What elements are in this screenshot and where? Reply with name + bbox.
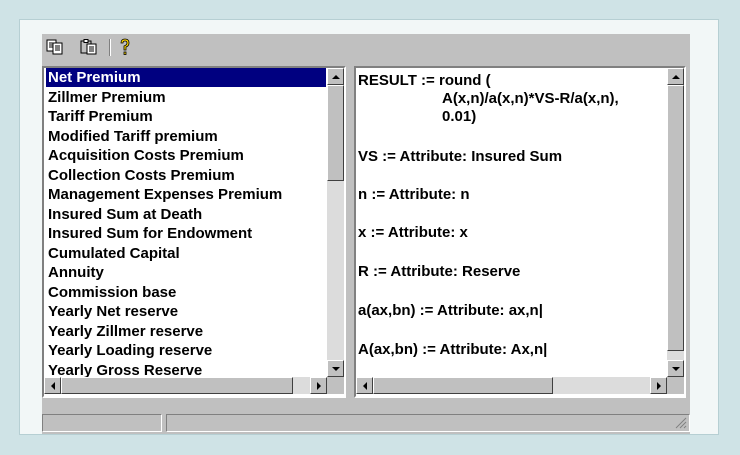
arrow-up-icon	[671, 74, 680, 79]
formula-expression-line: A(x,n)/a(x,n)*VS-R/a(x,n),	[442, 90, 619, 107]
formula-rounding-line: 0.01)	[442, 108, 477, 125]
formula-scroll-corner	[667, 377, 684, 394]
formula-vertical-scrollbar[interactable]	[667, 68, 684, 377]
formula-scroll-left-button[interactable]	[356, 377, 373, 394]
list-item-annuity[interactable]: Annuity	[46, 263, 104, 282]
formula-scroll-down-button[interactable]	[667, 360, 684, 377]
list-item-commission-base[interactable]: Commission base	[46, 283, 176, 302]
formula-scroll-thumb[interactable]	[667, 85, 684, 351]
list-item-acquisition-costs-premium[interactable]: Acquisition Costs Premium	[46, 146, 244, 165]
list-item-net-premium[interactable]: Net Premium	[46, 68, 326, 87]
formula-result-line: RESULT := round (	[358, 72, 491, 89]
scroll-down-button[interactable]	[327, 360, 344, 377]
list-vertical-scrollbar[interactable]	[327, 68, 344, 377]
arrow-down-icon	[331, 366, 340, 371]
list-hscroll-thumb[interactable]	[61, 377, 293, 394]
formula-scroll-right-button[interactable]	[650, 377, 667, 394]
arrow-left-icon	[50, 381, 55, 390]
arrow-left-icon	[362, 381, 367, 390]
arrow-right-icon	[656, 381, 661, 390]
list-item-insured-sum-for-endowment[interactable]: Insured Sum for Endowment	[46, 224, 252, 243]
help-icon[interactable]	[116, 38, 134, 56]
formula-cap-a-line: A(ax,bn) := Attribute: Ax,n|	[358, 341, 548, 358]
arrow-down-icon	[671, 366, 680, 371]
scroll-up-button[interactable]	[327, 68, 344, 85]
list-item-zillmer-premium[interactable]: Zillmer Premium	[46, 88, 166, 107]
list-item-insured-sum-at-death[interactable]: Insured Sum at Death	[46, 205, 202, 224]
formula-hscroll-thumb[interactable]	[373, 377, 553, 394]
list-item-collection-costs-premium[interactable]: Collection Costs Premium	[46, 166, 235, 185]
resize-grip-icon[interactable]	[675, 417, 687, 429]
status-bar	[42, 412, 690, 432]
list-item-management-expenses-premium[interactable]: Management Expenses Premium	[46, 185, 282, 204]
list-horizontal-scrollbar[interactable]	[44, 377, 327, 394]
status-pane-left	[42, 414, 162, 432]
premium-list-panel: Net Premium Zillmer Premium Tariff Premi…	[42, 66, 346, 398]
arrow-up-icon	[331, 74, 340, 79]
list-item-modified-tariff-premium[interactable]: Modified Tariff premium	[46, 127, 218, 146]
scroll-corner	[327, 377, 344, 394]
formula-x-line: x := Attribute: x	[358, 224, 468, 241]
arrow-right-icon	[316, 381, 321, 390]
list-item-tariff-premium[interactable]: Tariff Premium	[46, 107, 153, 126]
list-item-cumulated-capital[interactable]: Cumulated Capital	[46, 244, 180, 263]
status-pane-main	[166, 414, 690, 432]
copy-icon[interactable]	[46, 38, 64, 56]
formula-editor-panel[interactable]: RESULT := round ( A(x,n)/a(x,n)*VS-R/a(x…	[354, 66, 686, 398]
list-scroll-thumb[interactable]	[327, 85, 344, 181]
toolbar-separator	[109, 39, 111, 56]
scroll-left-button[interactable]	[44, 377, 61, 394]
formula-r-line: R := Attribute: Reserve	[358, 263, 521, 280]
formula-a-line: a(ax,bn) := Attribute: ax,n|	[358, 302, 543, 319]
list-item-yearly-loading-reserve[interactable]: Yearly Loading reserve	[46, 341, 212, 360]
formula-n-line: n := Attribute: n	[358, 186, 470, 203]
toolbar	[42, 34, 690, 62]
formula-editor-window: Net Premium Zillmer Premium Tariff Premi…	[42, 34, 690, 434]
formula-scroll-up-button[interactable]	[667, 68, 684, 85]
scroll-right-button[interactable]	[310, 377, 327, 394]
formula-vs-line: VS := Attribute: Insured Sum	[358, 148, 563, 165]
formula-horizontal-scrollbar[interactable]	[356, 377, 667, 394]
list-item-yearly-net-reserve[interactable]: Yearly Net reserve	[46, 302, 178, 321]
list-item-yearly-zillmer-reserve[interactable]: Yearly Zillmer reserve	[46, 322, 203, 341]
paste-icon[interactable]	[80, 38, 98, 56]
